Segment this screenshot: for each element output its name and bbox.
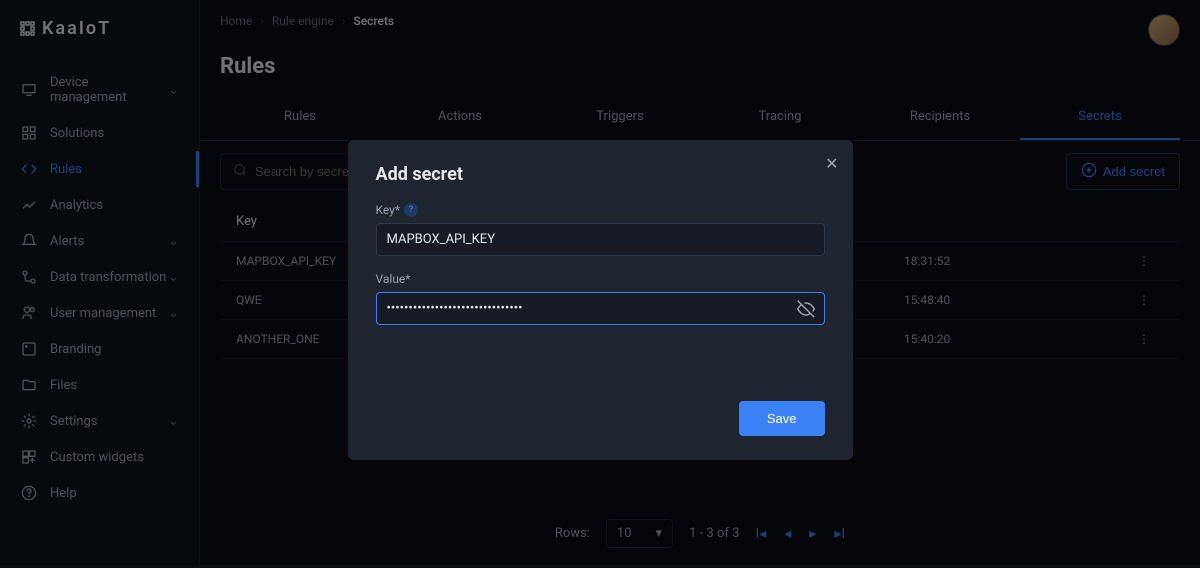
add-secret-modal: ✕ Add secret Key* ? Value* Save xyxy=(348,140,853,460)
key-input[interactable] xyxy=(376,223,825,256)
modal-title: Add secret xyxy=(376,164,825,185)
modal-actions: Save xyxy=(376,401,825,436)
value-input[interactable] xyxy=(376,292,825,325)
key-field-label: Key* ? xyxy=(376,203,825,217)
help-icon[interactable]: ? xyxy=(404,203,418,217)
value-field-label: Value* xyxy=(376,272,825,286)
save-button[interactable]: Save xyxy=(739,401,825,436)
modal-overlay[interactable]: ✕ Add secret Key* ? Value* Save xyxy=(0,0,1200,565)
eye-off-icon[interactable] xyxy=(797,300,815,322)
close-icon[interactable]: ✕ xyxy=(825,154,838,173)
